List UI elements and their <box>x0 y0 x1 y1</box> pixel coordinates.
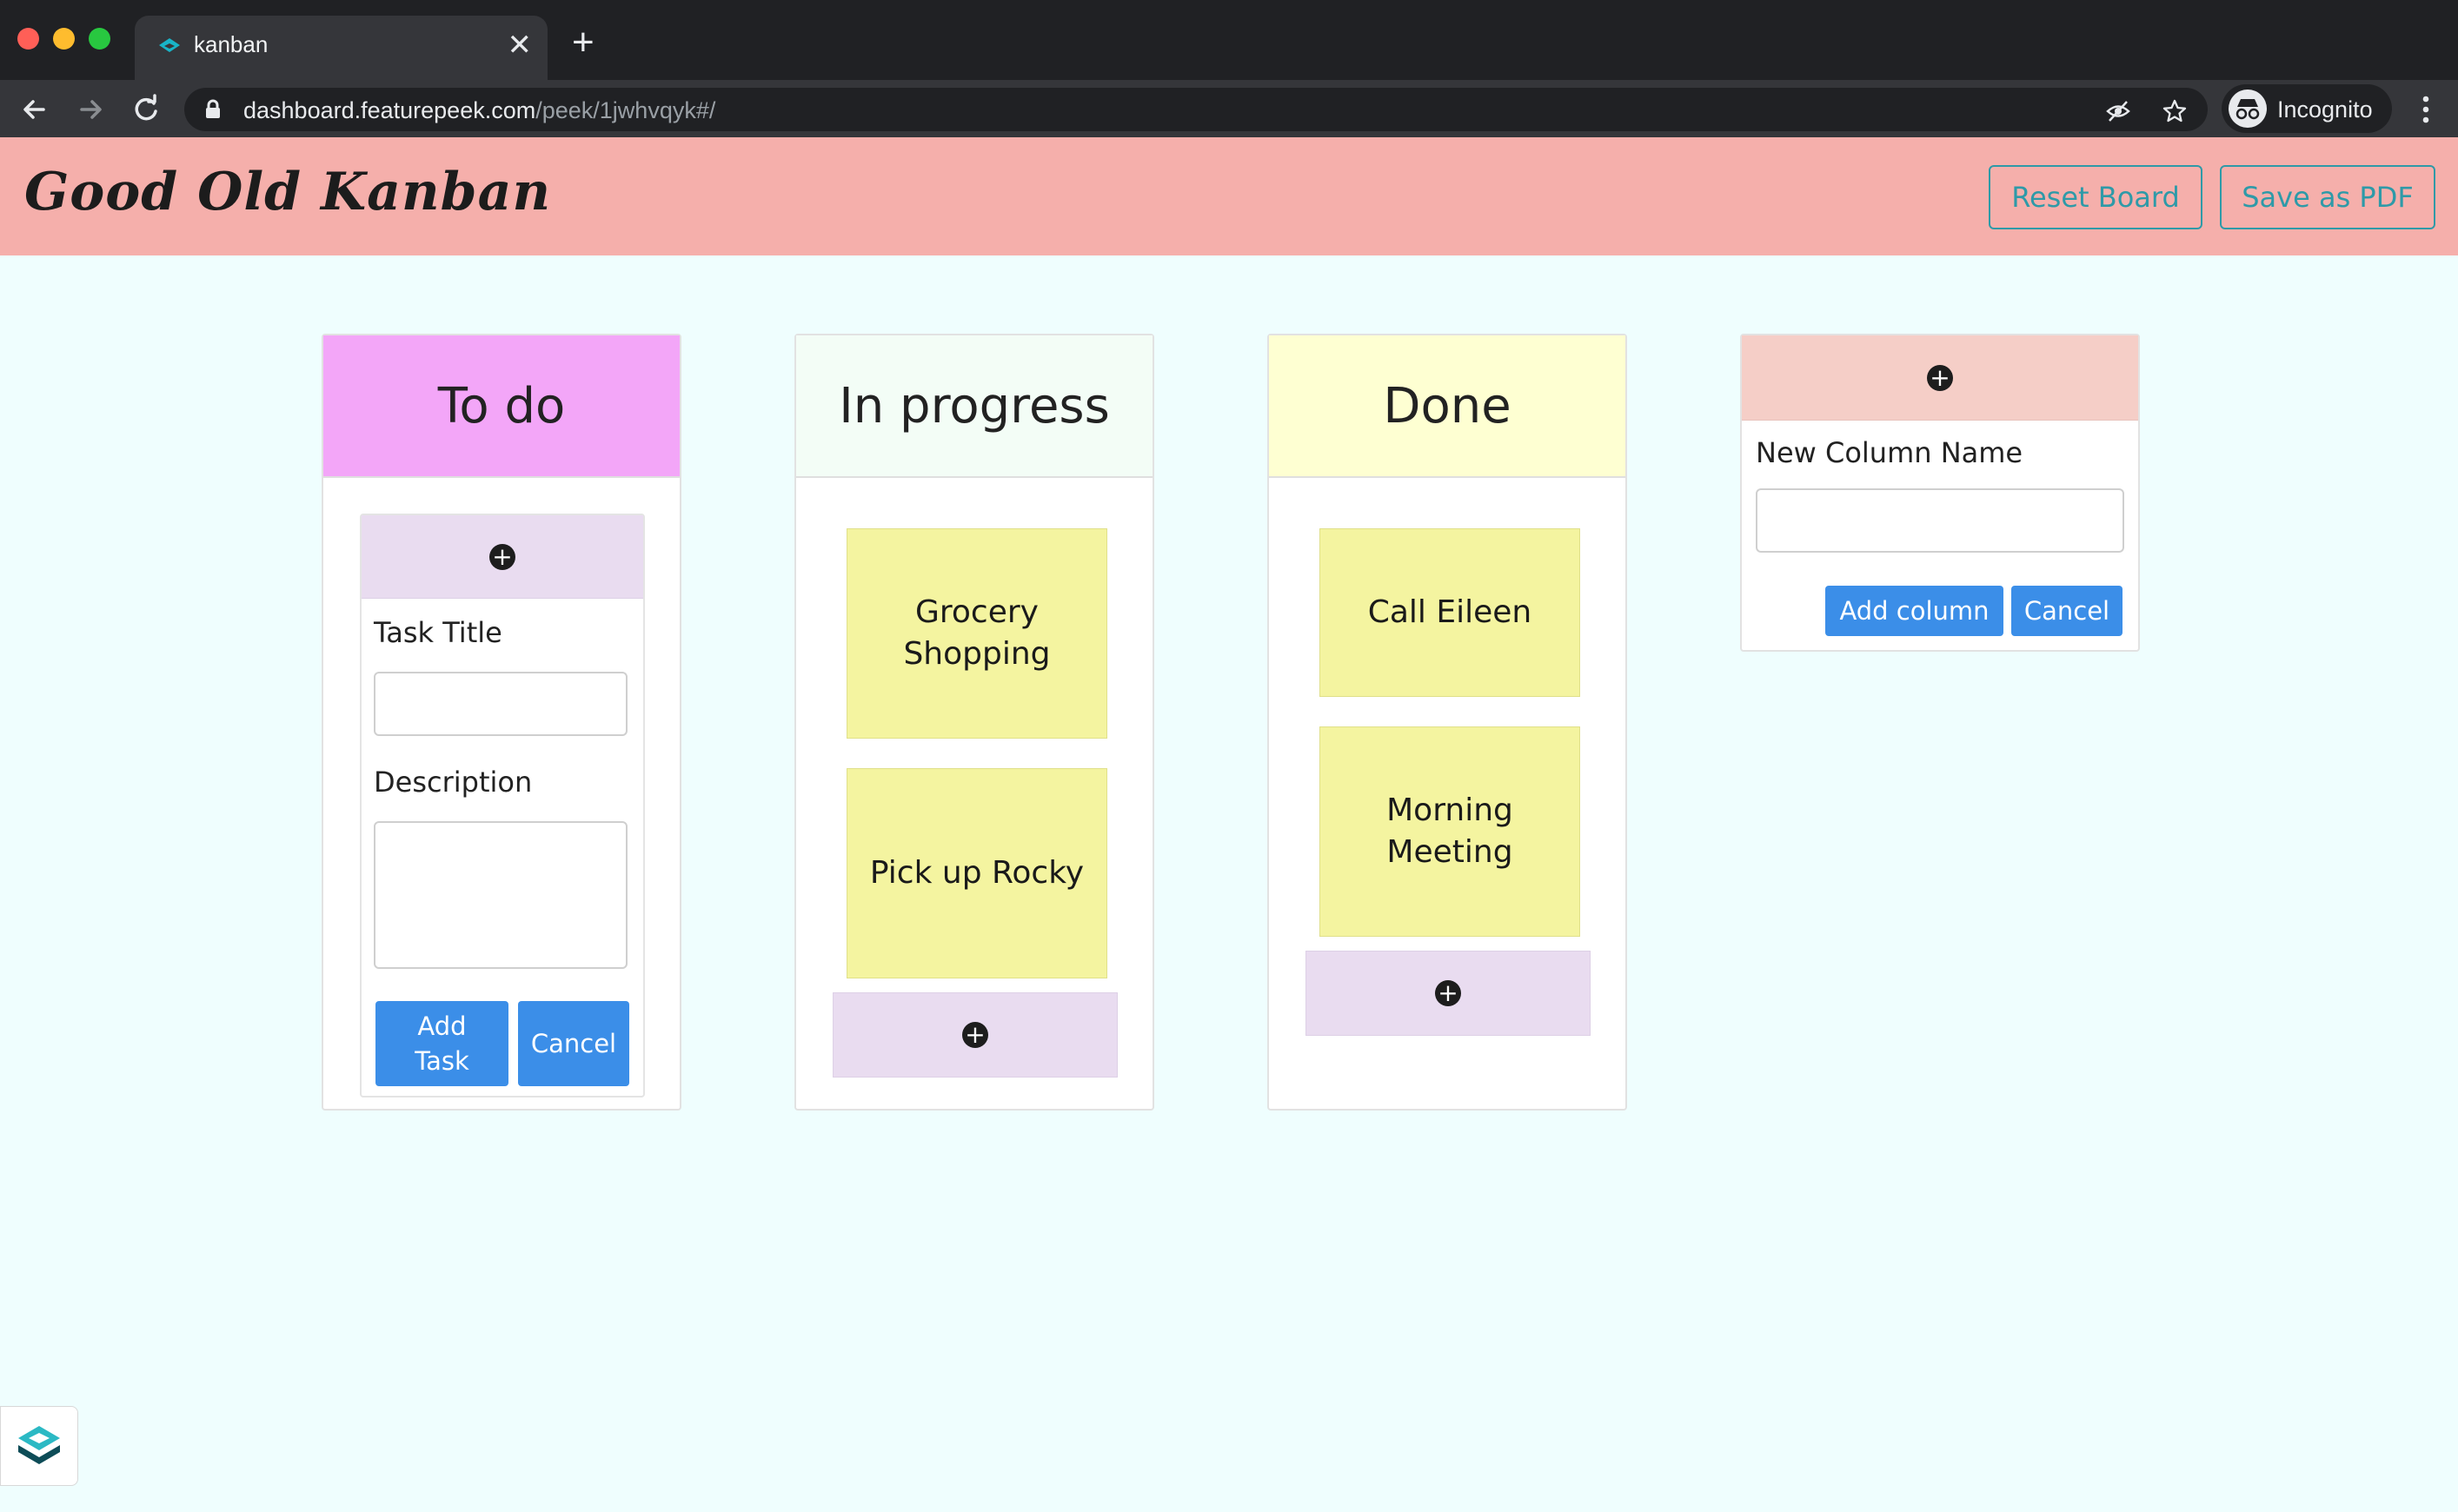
plus-icon: + <box>489 543 515 570</box>
more-vert-icon[interactable] <box>2413 92 2439 127</box>
featurepeek-badge[interactable] <box>0 1406 78 1486</box>
eye-off-icon[interactable] <box>2105 98 2131 124</box>
browser-toolbar: dashboard.featurepeek.com/peek/1jwhvqyk#… <box>0 80 2458 137</box>
new-tab-icon[interactable]: + <box>572 21 595 64</box>
address-bar[interactable]: dashboard.featurepeek.com/peek/1jwhvqyk#… <box>184 88 2208 131</box>
browser-tab-strip: kanban ✕ + <box>0 0 2458 80</box>
browser-tab[interactable]: kanban ✕ <box>135 16 548 80</box>
add-task-form: + Task Title Description Add Task Cancel <box>360 514 645 1098</box>
profile-label: Incognito <box>2277 96 2373 123</box>
tab-close-icon[interactable]: ✕ <box>508 26 533 64</box>
task-card-morning-meeting[interactable]: Morning Meeting <box>1319 726 1580 937</box>
description-label: Description <box>374 766 533 799</box>
new-column-form: + New Column Name Add column Cancel <box>1740 334 2140 652</box>
new-column-name-input[interactable] <box>1756 488 2124 553</box>
column-title: In progress <box>796 335 1153 478</box>
save-as-pdf-button[interactable]: Save as PDF <box>2220 165 2435 229</box>
back-icon[interactable] <box>14 89 56 130</box>
close-window-button[interactable] <box>17 28 39 50</box>
forward-icon[interactable] <box>70 89 111 130</box>
app-logo: Good Old Kanban <box>24 162 552 222</box>
task-title-label: Task Title <box>374 616 502 649</box>
task-card-pick-up-rocky[interactable]: Pick up Rocky <box>847 768 1107 978</box>
star-icon[interactable] <box>2162 98 2188 124</box>
featurepeek-logo-icon <box>18 1426 60 1464</box>
plus-icon: + <box>1435 980 1461 1006</box>
plus-icon: + <box>962 1022 988 1048</box>
minimize-window-button[interactable] <box>53 28 75 50</box>
add-task-toggle[interactable]: + <box>362 515 643 599</box>
incognito-profile-button[interactable]: Incognito <box>2222 84 2392 133</box>
column-to-do: To do + Task Title Description Add Task … <box>322 334 681 1111</box>
description-textarea[interactable] <box>374 821 628 969</box>
app-header: Good Old Kanban Reset Board Save as PDF <box>0 137 2458 255</box>
url-text: dashboard.featurepeek.com/peek/1jwhvqyk#… <box>243 97 716 123</box>
add-task-button[interactable]: Add Task <box>375 1001 508 1086</box>
add-column-button[interactable]: Add column <box>1825 586 2003 636</box>
cancel-task-button[interactable]: Cancel <box>518 1001 629 1086</box>
column-in-progress: In progress Grocery Shopping Pick up Roc… <box>794 334 1154 1111</box>
add-task-button[interactable]: + <box>833 992 1118 1078</box>
cancel-column-button[interactable]: Cancel <box>2011 586 2123 636</box>
reload-icon[interactable] <box>125 89 167 130</box>
add-task-button[interactable]: + <box>1305 951 1591 1036</box>
column-title: Done <box>1269 335 1625 478</box>
task-card-call-eileen[interactable]: Call Eileen <box>1319 528 1580 697</box>
add-column-toggle[interactable]: + <box>1742 335 2138 421</box>
column-title: To do <box>323 335 680 478</box>
task-card-grocery-shopping[interactable]: Grocery Shopping <box>847 528 1107 739</box>
maximize-window-button[interactable] <box>89 28 110 50</box>
new-column-name-label: New Column Name <box>1756 436 2023 469</box>
incognito-icon <box>2229 90 2267 128</box>
featurepeek-favicon-icon <box>159 38 180 52</box>
plus-icon: + <box>1927 364 1953 391</box>
lock-icon <box>206 99 220 118</box>
task-title-input[interactable] <box>374 672 628 736</box>
column-done: Done Call Eileen Morning Meeting + <box>1267 334 1627 1111</box>
reset-board-button[interactable]: Reset Board <box>1989 165 2202 229</box>
tab-title: kanban <box>194 31 269 57</box>
